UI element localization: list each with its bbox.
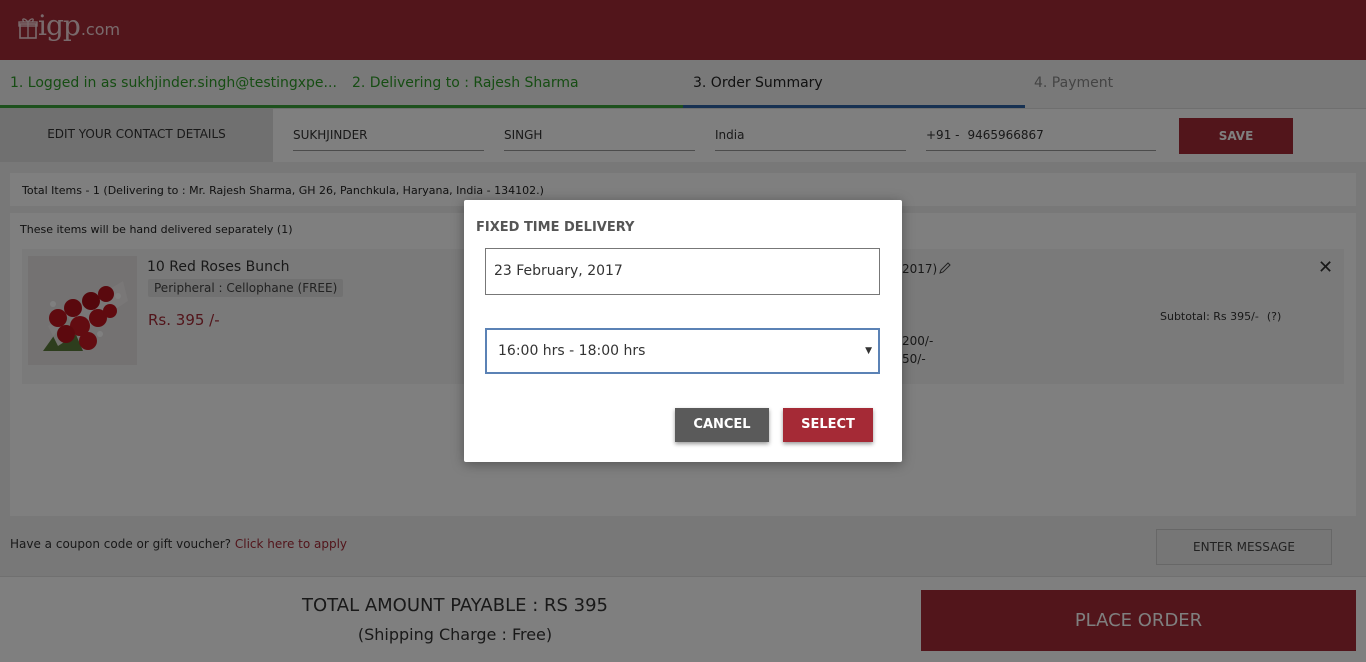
dialog-title: FIXED TIME DELIVERY bbox=[476, 220, 635, 235]
select-button[interactable]: SELECT bbox=[783, 408, 873, 442]
time-slot-value: 16:00 hrs - 18:00 hrs bbox=[498, 343, 646, 359]
time-slot-select[interactable]: 16:00 hrs - 18:00 hrs ▼ bbox=[485, 328, 880, 374]
cancel-button[interactable]: CANCEL bbox=[675, 408, 769, 442]
fixed-time-delivery-dialog: FIXED TIME DELIVERY 23 February, 2017 16… bbox=[464, 200, 902, 462]
delivery-date-input[interactable]: 23 February, 2017 bbox=[485, 248, 880, 295]
chevron-down-icon: ▼ bbox=[865, 346, 872, 356]
